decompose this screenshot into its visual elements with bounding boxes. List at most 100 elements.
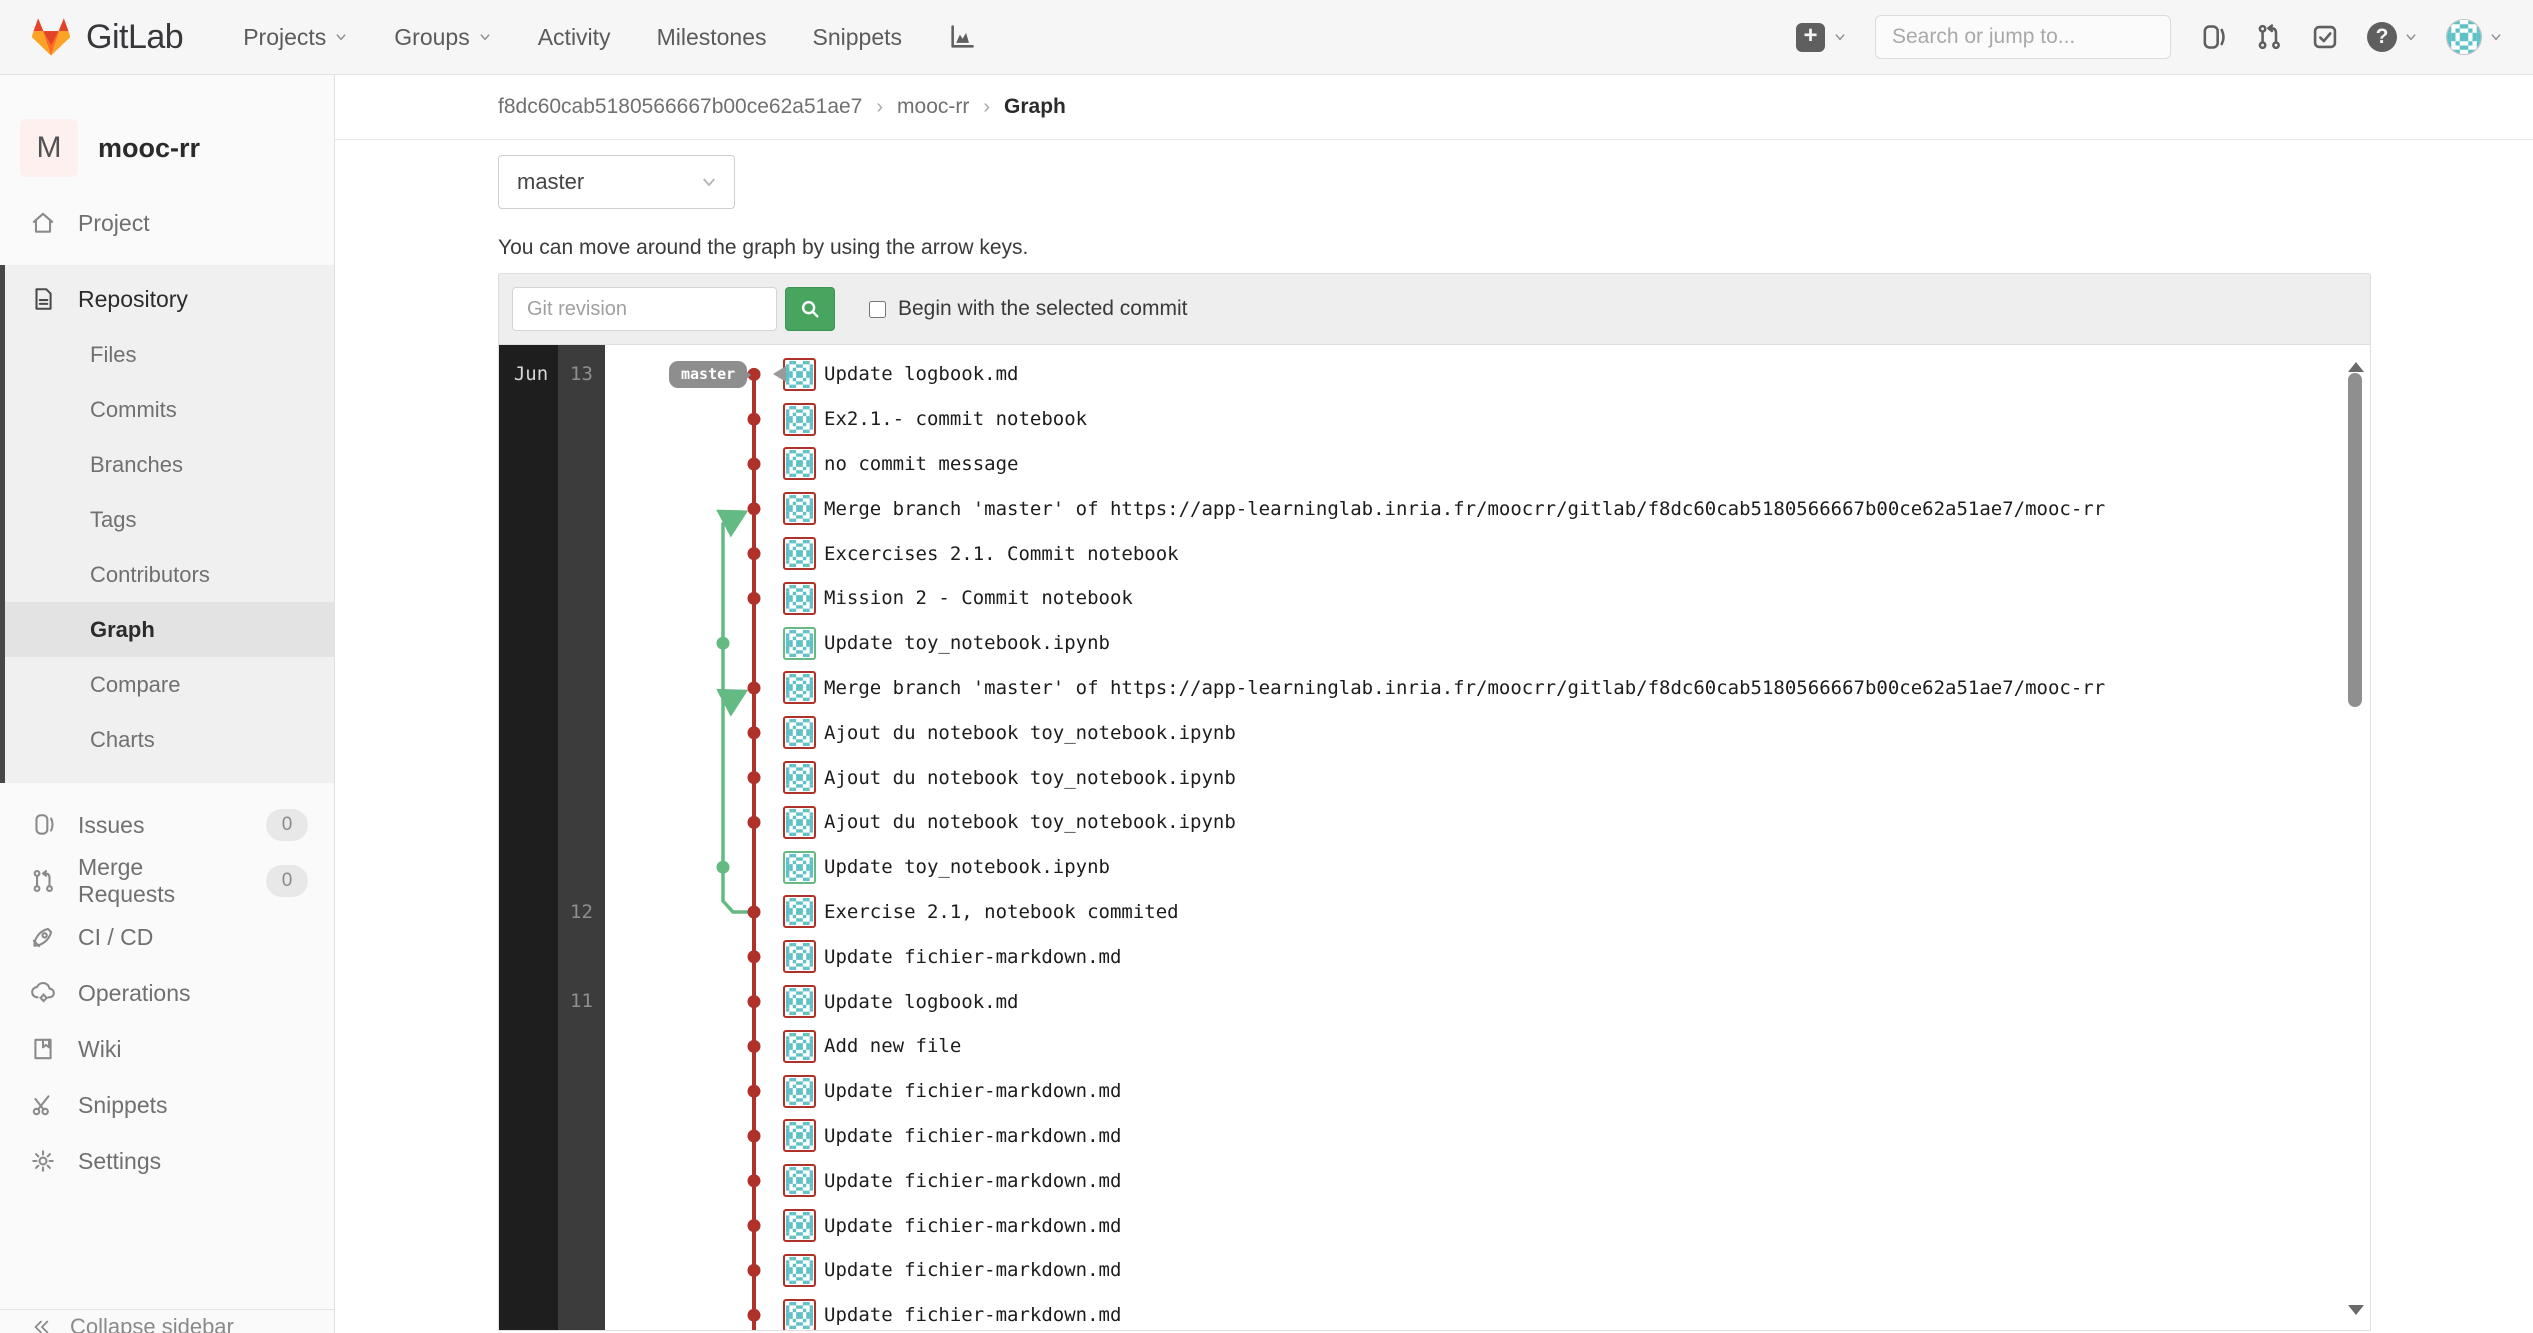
chevron-down-icon (334, 30, 348, 44)
user-menu[interactable] (2446, 19, 2503, 55)
nav-snippets[interactable]: Snippets (813, 24, 903, 51)
commit-row[interactable]: Update fichier-markdown.md (499, 1069, 2370, 1114)
scroll-down-icon[interactable] (2348, 1305, 2364, 1323)
help-menu[interactable]: ? (2367, 22, 2418, 52)
commit-message[interactable]: Mission 2 - Commit notebook (824, 587, 1133, 609)
graph-scrollbar[interactable] (2347, 345, 2363, 1330)
sidebar-subitem[interactable]: Graph (5, 602, 334, 657)
scrollbar-thumb[interactable] (2348, 373, 2362, 707)
user-avatar[interactable] (2446, 19, 2482, 55)
commit-message[interactable]: Ajout du notebook toy_notebook.ipynb (824, 767, 1236, 789)
commit-message[interactable]: Update fichier-markdown.md (824, 1125, 1121, 1147)
merge-request-icon[interactable] (2255, 23, 2283, 51)
commit-message[interactable]: Update fichier-markdown.md (824, 1170, 1121, 1192)
commit-message[interactable]: Ajout du notebook toy_notebook.ipynb (824, 811, 1236, 833)
nav-milestones[interactable]: Milestones (657, 24, 767, 51)
commit-row[interactable]: Ajout du notebook toy_notebook.ipynb (499, 800, 2370, 845)
commit-row[interactable]: Excercises 2.1. Commit notebook (499, 531, 2370, 576)
git-revision-input[interactable] (512, 287, 777, 331)
sidebar-subitem[interactable]: Compare (5, 657, 334, 712)
commit-author-avatar (783, 895, 816, 928)
sidebar-item-wiki[interactable]: Wiki (0, 1021, 334, 1077)
commit-row[interactable]: Mission 2 - Commit notebook (499, 576, 2370, 621)
commit-message[interactable]: Update fichier-markdown.md (824, 1215, 1121, 1237)
branch-selector[interactable]: master (498, 155, 735, 209)
begin-with-commit-checkbox[interactable] (869, 301, 886, 318)
commit-row[interactable]: Update logbook.md (499, 979, 2370, 1024)
sidebar-subitem[interactable]: Files (5, 327, 334, 382)
commit-message[interactable]: Merge branch 'master' of https://app-lea… (824, 498, 2105, 520)
commit-row[interactable]: Ex2.1.- commit notebook (499, 397, 2370, 442)
commit-graph[interactable]: Jun 13 12 11 master Update logbook.md Ex… (498, 345, 2371, 1331)
commit-message[interactable]: Add new file (824, 1035, 961, 1057)
collapse-sidebar-button[interactable]: Collapse sidebar (0, 1309, 334, 1333)
sidebar-item-merge-requests[interactable]: Merge Requests 0 (0, 853, 334, 909)
breadcrumb-separator: › (983, 96, 990, 119)
commit-row[interactable]: Merge branch 'master' of https://app-lea… (499, 486, 2370, 531)
commit-message[interactable]: Update fichier-markdown.md (824, 1304, 1121, 1326)
todo-check-icon[interactable] (2311, 23, 2339, 51)
plus-icon[interactable]: + (1796, 23, 1825, 52)
commit-row[interactable]: Update fichier-markdown.md (499, 1114, 2370, 1159)
commit-row[interactable]: Update toy_notebook.ipynb (499, 845, 2370, 890)
sidebar-item-issues[interactable]: Issues 0 (0, 797, 334, 853)
sidebar-item-settings[interactable]: Settings (0, 1133, 334, 1189)
commit-row[interactable]: Update fichier-markdown.md (499, 1158, 2370, 1203)
commit-row[interactable]: Update fichier-markdown.md (499, 934, 2370, 979)
sidebar-item-repository[interactable]: Repository (5, 271, 334, 327)
commit-author-avatar (783, 537, 816, 570)
commit-message[interactable]: Update fichier-markdown.md (824, 946, 1121, 968)
commit-row[interactable]: Ajout du notebook toy_notebook.ipynb (499, 755, 2370, 800)
commit-message[interactable]: Ajout du notebook toy_notebook.ipynb (824, 722, 1236, 744)
begin-with-commit-option[interactable]: Begin with the selected commit (869, 297, 1187, 321)
revision-search-button[interactable] (785, 287, 835, 331)
commit-row[interactable]: Add new file (499, 1024, 2370, 1069)
scroll-up-icon[interactable] (2348, 354, 2364, 372)
help-icon[interactable]: ? (2367, 22, 2397, 52)
sidebar-subitem[interactable]: Commits (5, 382, 334, 437)
commit-author-avatar (783, 1299, 816, 1331)
issues-icon[interactable] (2199, 23, 2227, 51)
sidebar-item-project[interactable]: Project (0, 195, 334, 251)
commit-row[interactable]: Update toy_notebook.ipynb (499, 621, 2370, 666)
commit-message[interactable]: Exercise 2.1, notebook commited (824, 901, 1179, 923)
sidebar-item-cicd[interactable]: CI / CD (0, 909, 334, 965)
commit-message[interactable]: Update fichier-markdown.md (824, 1080, 1121, 1102)
commit-message[interactable]: Update toy_notebook.ipynb (824, 632, 1110, 654)
sidebar-subitem[interactable]: Contributors (5, 547, 334, 602)
breadcrumb-project-hash[interactable]: f8dc60cab5180566667b00ce62a51ae7 (498, 95, 862, 119)
commit-message[interactable]: Excercises 2.1. Commit notebook (824, 543, 1179, 565)
sidebar-subitem[interactable]: Charts (5, 712, 334, 767)
commit-row[interactable]: Merge branch 'master' of https://app-lea… (499, 666, 2370, 711)
commit-row[interactable]: Update fichier-markdown.md (499, 1293, 2370, 1331)
sidebar-item-operations[interactable]: Operations (0, 965, 334, 1021)
search-input[interactable] (1892, 25, 2163, 49)
chart-icon[interactable] (948, 23, 976, 51)
nav-activity[interactable]: Activity (538, 24, 611, 51)
project-header[interactable]: M mooc-rr (0, 75, 334, 195)
sidebar-item-snippets[interactable]: Snippets (0, 1077, 334, 1133)
sidebar-subitem[interactable]: Tags (5, 492, 334, 547)
breadcrumb-project[interactable]: mooc-rr (897, 95, 969, 119)
new-menu[interactable]: + (1796, 23, 1847, 52)
branch-ref-label: master (669, 361, 747, 388)
commit-message[interactable]: Update fichier-markdown.md (824, 1259, 1121, 1281)
nav-projects[interactable]: Projects (243, 24, 348, 51)
commit-author-avatar (783, 940, 816, 973)
commit-message[interactable]: Update logbook.md (824, 363, 1018, 385)
commit-row[interactable]: Update fichier-markdown.md (499, 1203, 2370, 1248)
main-content: f8dc60cab5180566667b00ce62a51ae7 › mooc-… (335, 75, 2533, 1333)
commit-message[interactable]: no commit message (824, 453, 1018, 475)
global-search[interactable] (1875, 15, 2171, 59)
commit-row[interactable]: no commit message (499, 442, 2370, 487)
nav-groups[interactable]: Groups (394, 24, 491, 51)
commit-message[interactable]: Update toy_notebook.ipynb (824, 856, 1110, 878)
sidebar-subitem[interactable]: Branches (5, 437, 334, 492)
commit-message[interactable]: Update logbook.md (824, 991, 1018, 1013)
gitlab-brand[interactable]: GitLab (30, 17, 183, 57)
commit-row[interactable]: Ajout du notebook toy_notebook.ipynb (499, 710, 2370, 755)
commit-row[interactable]: Update fichier-markdown.md (499, 1248, 2370, 1293)
commit-message[interactable]: Ex2.1.- commit notebook (824, 408, 1087, 430)
commit-message[interactable]: Merge branch 'master' of https://app-lea… (824, 677, 2105, 699)
commit-row[interactable]: Exercise 2.1, notebook commited (499, 890, 2370, 935)
